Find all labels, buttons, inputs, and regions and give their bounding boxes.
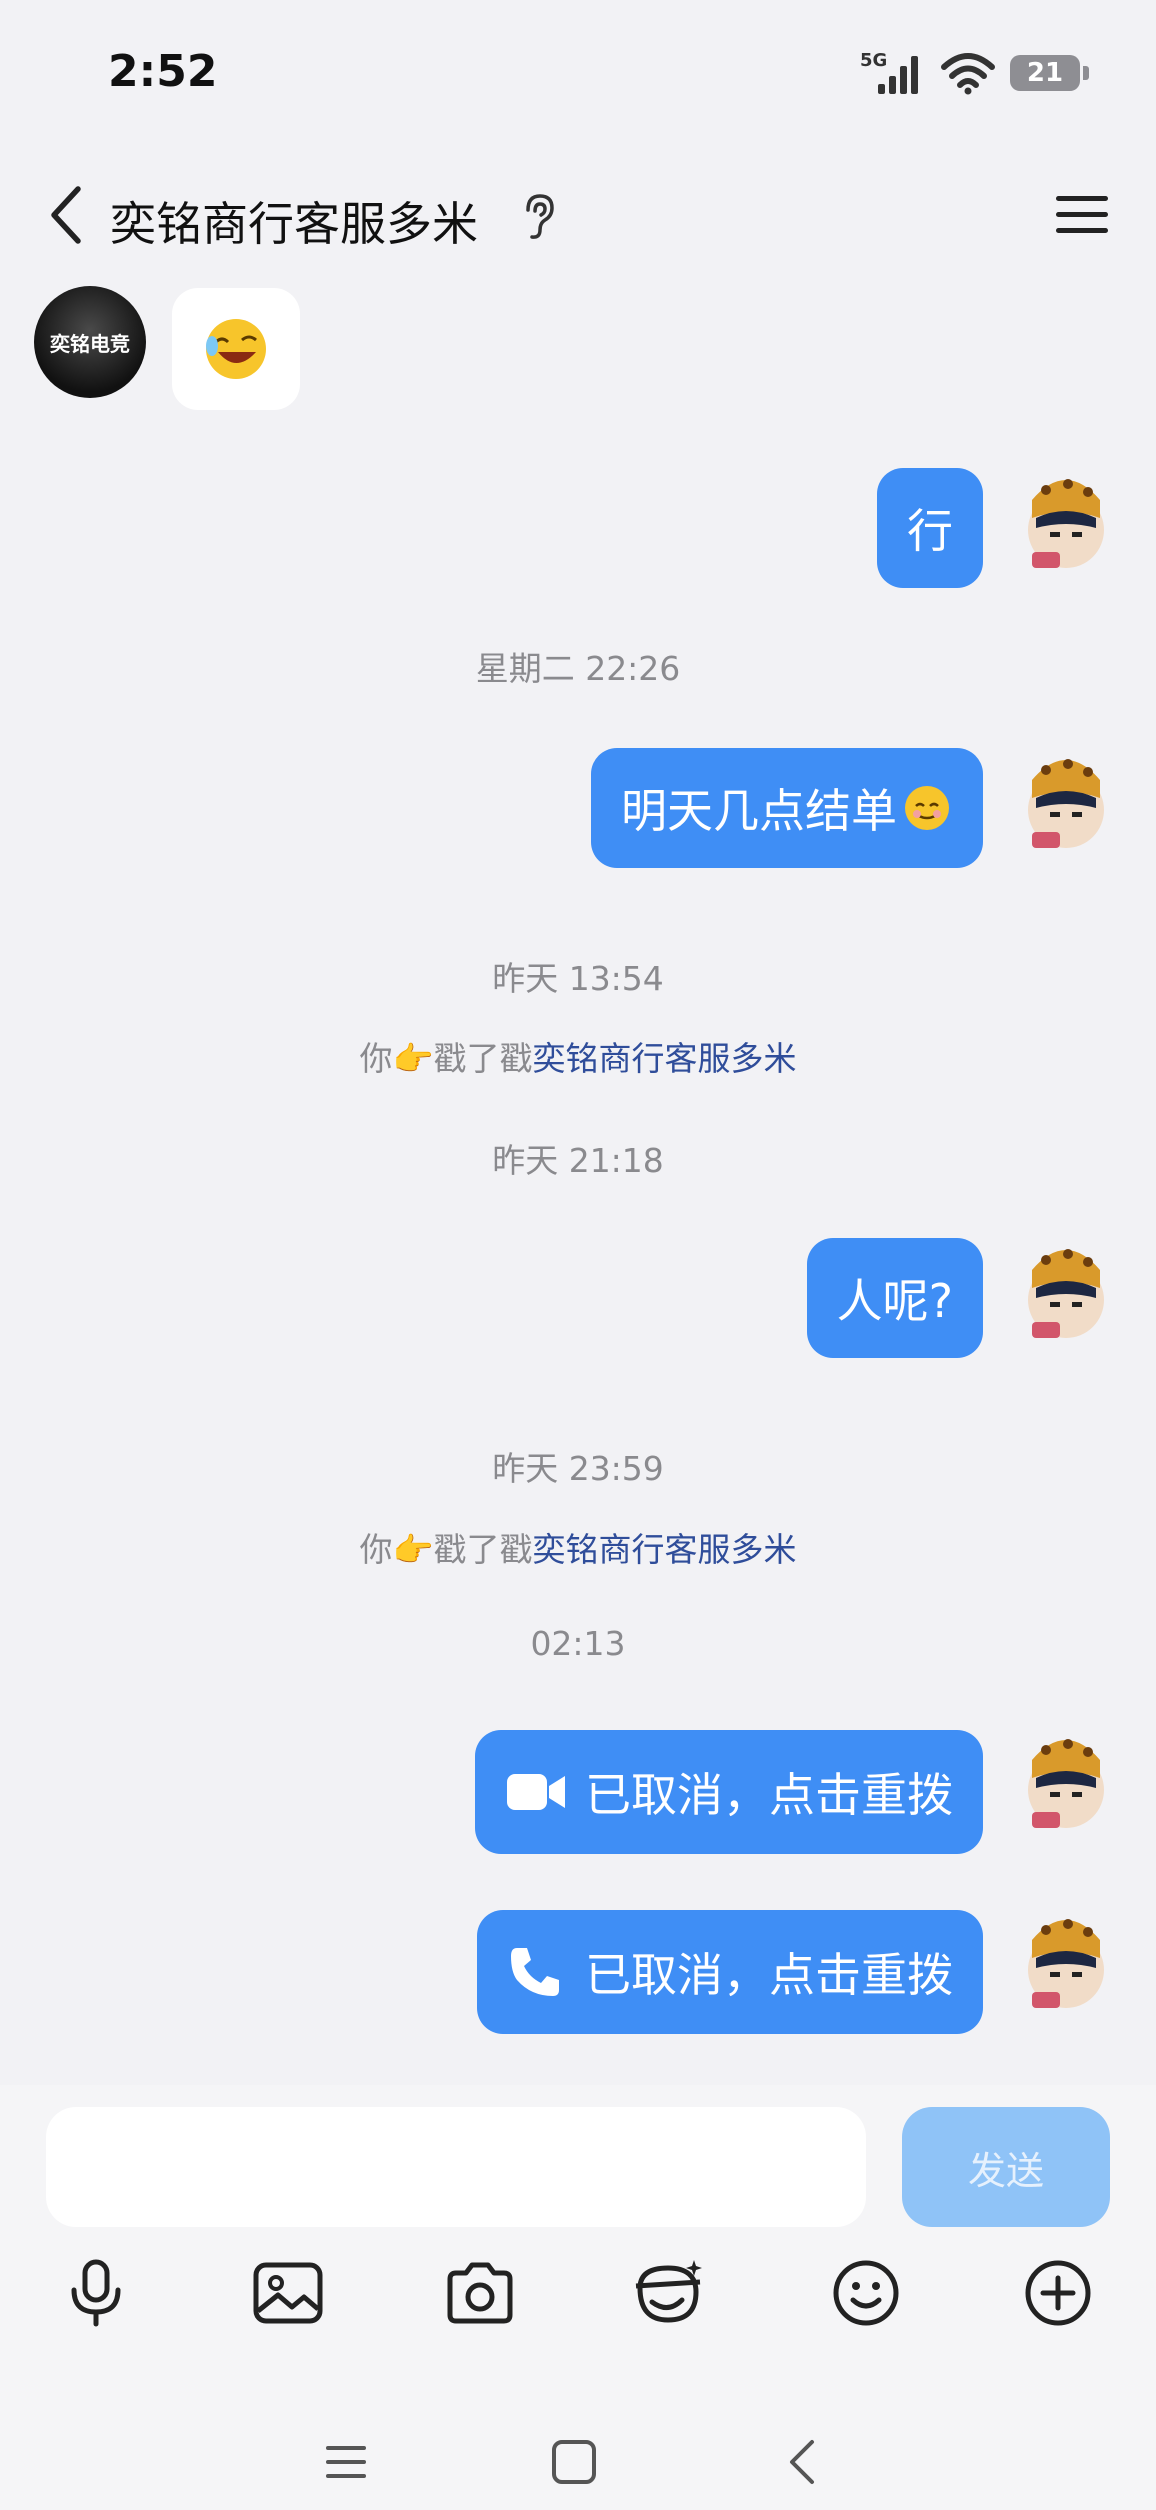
back-button[interactable] [36,180,96,250]
emoji-button[interactable] [826,2253,906,2333]
voice-button[interactable] [56,2253,136,2333]
poke-notice: 你👉戳了戳奕铭商行客服多米 [0,1523,1156,1571]
phone-icon [511,1948,559,1996]
camera-button[interactable] [440,2253,520,2333]
call-status-text: 已取消，点击重拨 [585,1768,953,1822]
message-text: 行 [907,504,953,558]
video-call-record[interactable]: 已取消，点击重拨 [475,1730,983,1854]
poke-prefix: 你 [359,1530,393,1569]
wifi-icon [941,53,995,95]
outgoing-message[interactable]: 人呢? [806,1238,983,1358]
ear-icon[interactable] [518,192,558,242]
timestamp: 星期二 22:26 [475,649,681,688]
message-list[interactable]: 奕铭电竞 行 星期二 22:26 明天几点结单 昨天 13:54 你👉戳了戳奕铭… [0,280,1156,2085]
video-camera-icon [507,1774,565,1810]
peer-avatar-text: 奕铭电竞 [50,331,130,356]
more-button[interactable] [1018,2253,1098,2333]
chat-title[interactable]: 奕铭商行客服多米 [110,188,478,254]
user-avatar[interactable] [1010,1230,1122,1342]
image-button[interactable] [248,2253,328,2333]
chat-header: 奕铭商行客服多米 [0,150,1156,280]
message-input[interactable] [46,2107,866,2227]
battery-icon: 21 [1010,55,1089,91]
home-button[interactable] [544,2432,604,2492]
user-avatar[interactable] [1010,740,1122,852]
poke-verb: 戳了戳 [433,1039,533,1078]
recents-icon [326,2446,366,2478]
call-status-text: 已取消，点击重拨 [585,1948,953,2002]
pointing-hand-icon: 👉 [392,1039,434,1078]
pointing-hand-icon: 👉 [392,1530,434,1569]
image-icon [253,2262,323,2324]
composer: 发送 [0,2085,1156,2510]
cellular-signal-icon: 5G [860,50,918,94]
sticker-button[interactable] [630,2253,710,2333]
recents-button[interactable] [316,2432,376,2492]
peer-sticker-bubble[interactable] [172,288,300,410]
system-back-button[interactable] [772,2432,832,2492]
mic-icon [71,2259,121,2327]
back-icon [790,2440,814,2484]
poke-target-link[interactable]: 奕铭商行客服多米 [533,1530,797,1569]
plus-icon [1025,2260,1091,2326]
poke-target-link[interactable]: 奕铭商行客服多米 [533,1039,797,1078]
chevron-left-icon [51,186,81,244]
voice-call-record[interactable]: 已取消，点击重拨 [477,1910,983,2034]
poke-notice: 你👉戳了戳奕铭商行客服多米 [0,1032,1156,1080]
outgoing-message[interactable]: 行 [877,468,983,588]
status-indicators: 5G 21 [860,48,1089,98]
send-button[interactable]: 发送 [902,2107,1110,2227]
network-type: 5G [860,50,887,71]
user-avatar[interactable] [1010,1900,1122,2012]
status-bar: 2:52 5G 21 [0,0,1156,150]
timestamp: 昨天 23:59 [492,1449,664,1488]
sticker-icon [635,2260,702,2323]
camera-icon [447,2262,513,2324]
message-text: 人呢? [836,1274,953,1328]
menu-icon[interactable] [1052,190,1112,240]
poke-verb: 戳了戳 [433,1530,533,1569]
poke-prefix: 你 [359,1039,393,1078]
timestamp: 昨天 13:54 [492,959,664,998]
status-time: 2:52 [108,46,218,97]
user-avatar[interactable] [1010,1720,1122,1832]
system-nav-bar [0,2410,1156,2510]
message-text: 明天几点结单 [621,784,897,838]
emoji-icon [833,2260,899,2326]
timestamp: 02:13 [530,1624,626,1663]
peer-avatar[interactable]: 奕铭电竞 [34,286,146,398]
user-avatar[interactable] [1010,460,1122,572]
timestamp: 昨天 21:18 [492,1141,664,1180]
sweat-smile-emoji-icon [905,786,949,830]
laughing-emoji-icon [206,319,266,379]
home-icon [552,2440,596,2484]
outgoing-message[interactable]: 明天几点结单 [591,748,983,868]
